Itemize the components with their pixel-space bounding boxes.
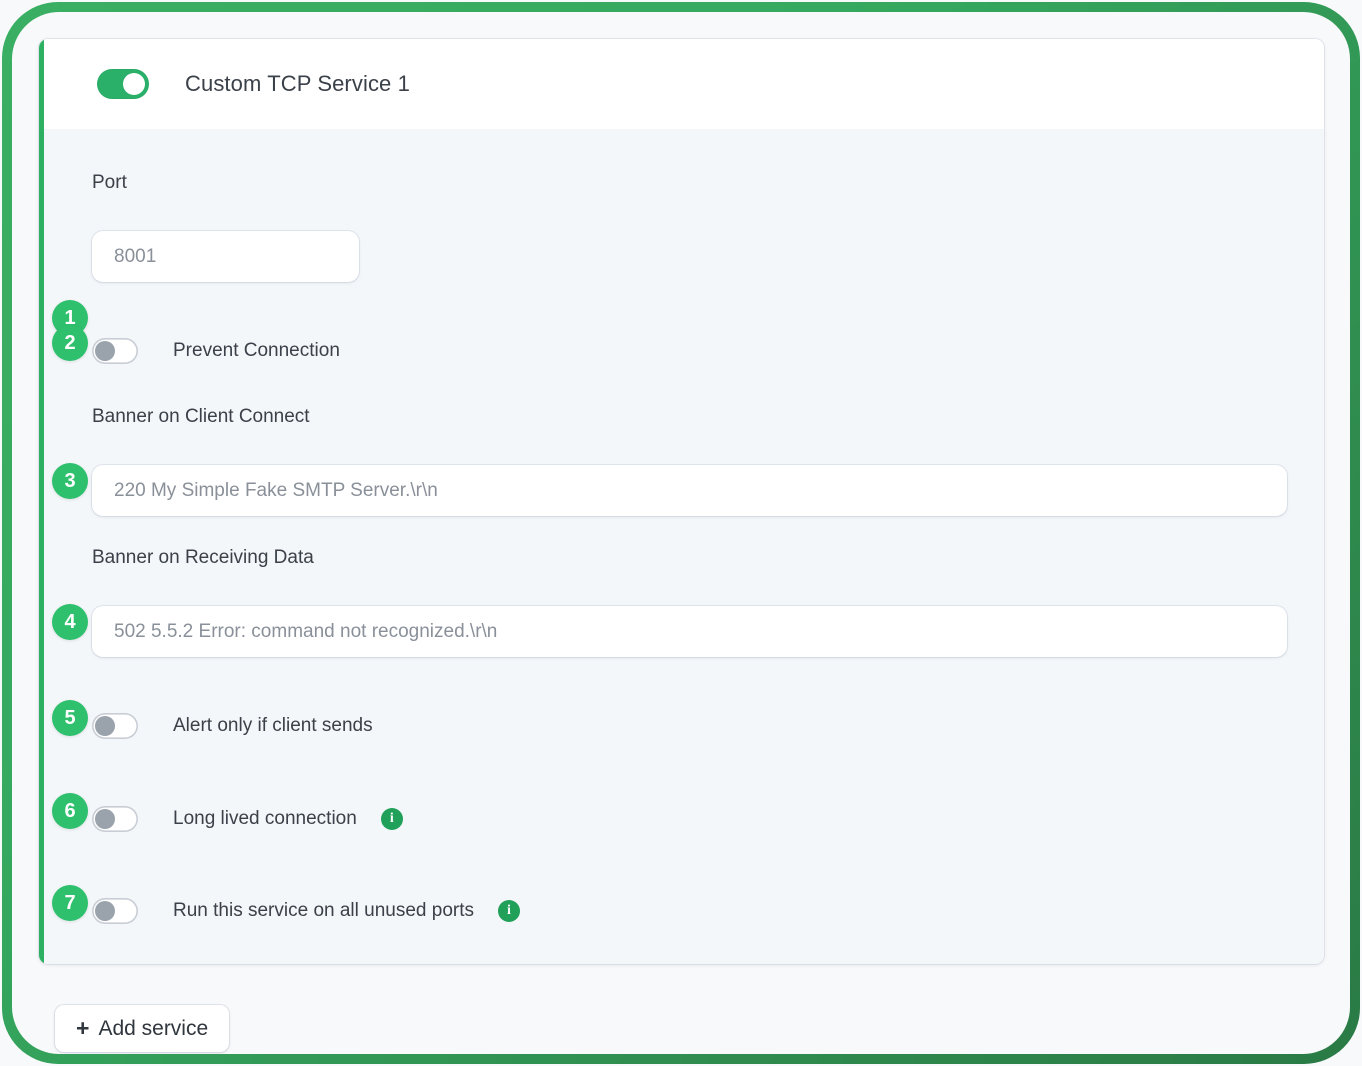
port-input[interactable] [92, 231, 359, 282]
toggle-knob [95, 716, 115, 736]
plus-icon: + [76, 1015, 90, 1041]
service-enabled-toggle[interactable] [97, 69, 149, 99]
add-service-label: Add service [98, 1016, 209, 1040]
info-icon[interactable]: i [498, 900, 520, 922]
alert-only-if-client-sends-toggle[interactable] [92, 713, 138, 739]
step-badge-7: 7 [52, 885, 88, 921]
info-icon[interactable]: i [380, 808, 403, 830]
prevent-connection-label: Prevent Connection [173, 340, 340, 361]
alert-only-if-client-sends-row: Alert only if client sends [92, 711, 373, 741]
long-lived-connection-row: Long lived connection i [92, 804, 403, 834]
run-on-all-unused-ports-toggle[interactable] [92, 898, 138, 924]
step-badge-5: 5 [52, 700, 88, 736]
frame-inner: Custom TCP Service 1 Port 1 2 Prevent Co… [12, 12, 1350, 1054]
banner-client-connect-label: Banner on Client Connect [92, 406, 310, 427]
custom-tcp-service-card: Custom TCP Service 1 Port 1 2 Prevent Co… [39, 39, 1324, 964]
toggle-knob [95, 809, 115, 829]
toggle-knob [95, 341, 115, 361]
card-body: Port 1 2 Prevent Connection Banner on Cl… [44, 129, 1324, 964]
toggle-knob [95, 901, 115, 921]
add-service-button[interactable]: + Add service [55, 1005, 230, 1052]
prevent-connection-toggle[interactable] [92, 338, 138, 364]
long-lived-connection-label: Long lived connection [173, 808, 357, 829]
banner-receiving-data-label: Banner on Receiving Data [92, 547, 314, 568]
card-header: Custom TCP Service 1 [44, 39, 1324, 129]
banner-client-connect-input[interactable] [92, 465, 1287, 516]
long-lived-connection-toggle[interactable] [92, 806, 138, 832]
banner-receiving-data-input[interactable] [92, 606, 1287, 657]
run-on-all-unused-ports-row: Run this service on all unused ports i [92, 896, 520, 926]
page-title: Custom TCP Service 1 [185, 71, 410, 96]
step-badge-4: 4 [52, 604, 88, 640]
toggle-knob [123, 73, 145, 95]
run-on-all-unused-ports-label: Run this service on all unused ports [173, 900, 474, 921]
alert-only-if-client-sends-label: Alert only if client sends [173, 715, 373, 736]
green-highlight-frame: Custom TCP Service 1 Port 1 2 Prevent Co… [2, 2, 1360, 1064]
port-label: Port [92, 172, 127, 193]
step-badge-2: 2 [52, 325, 88, 361]
step-badge-3: 3 [52, 463, 88, 499]
prevent-connection-row: Prevent Connection [92, 336, 340, 366]
step-badge-6: 6 [52, 793, 88, 829]
